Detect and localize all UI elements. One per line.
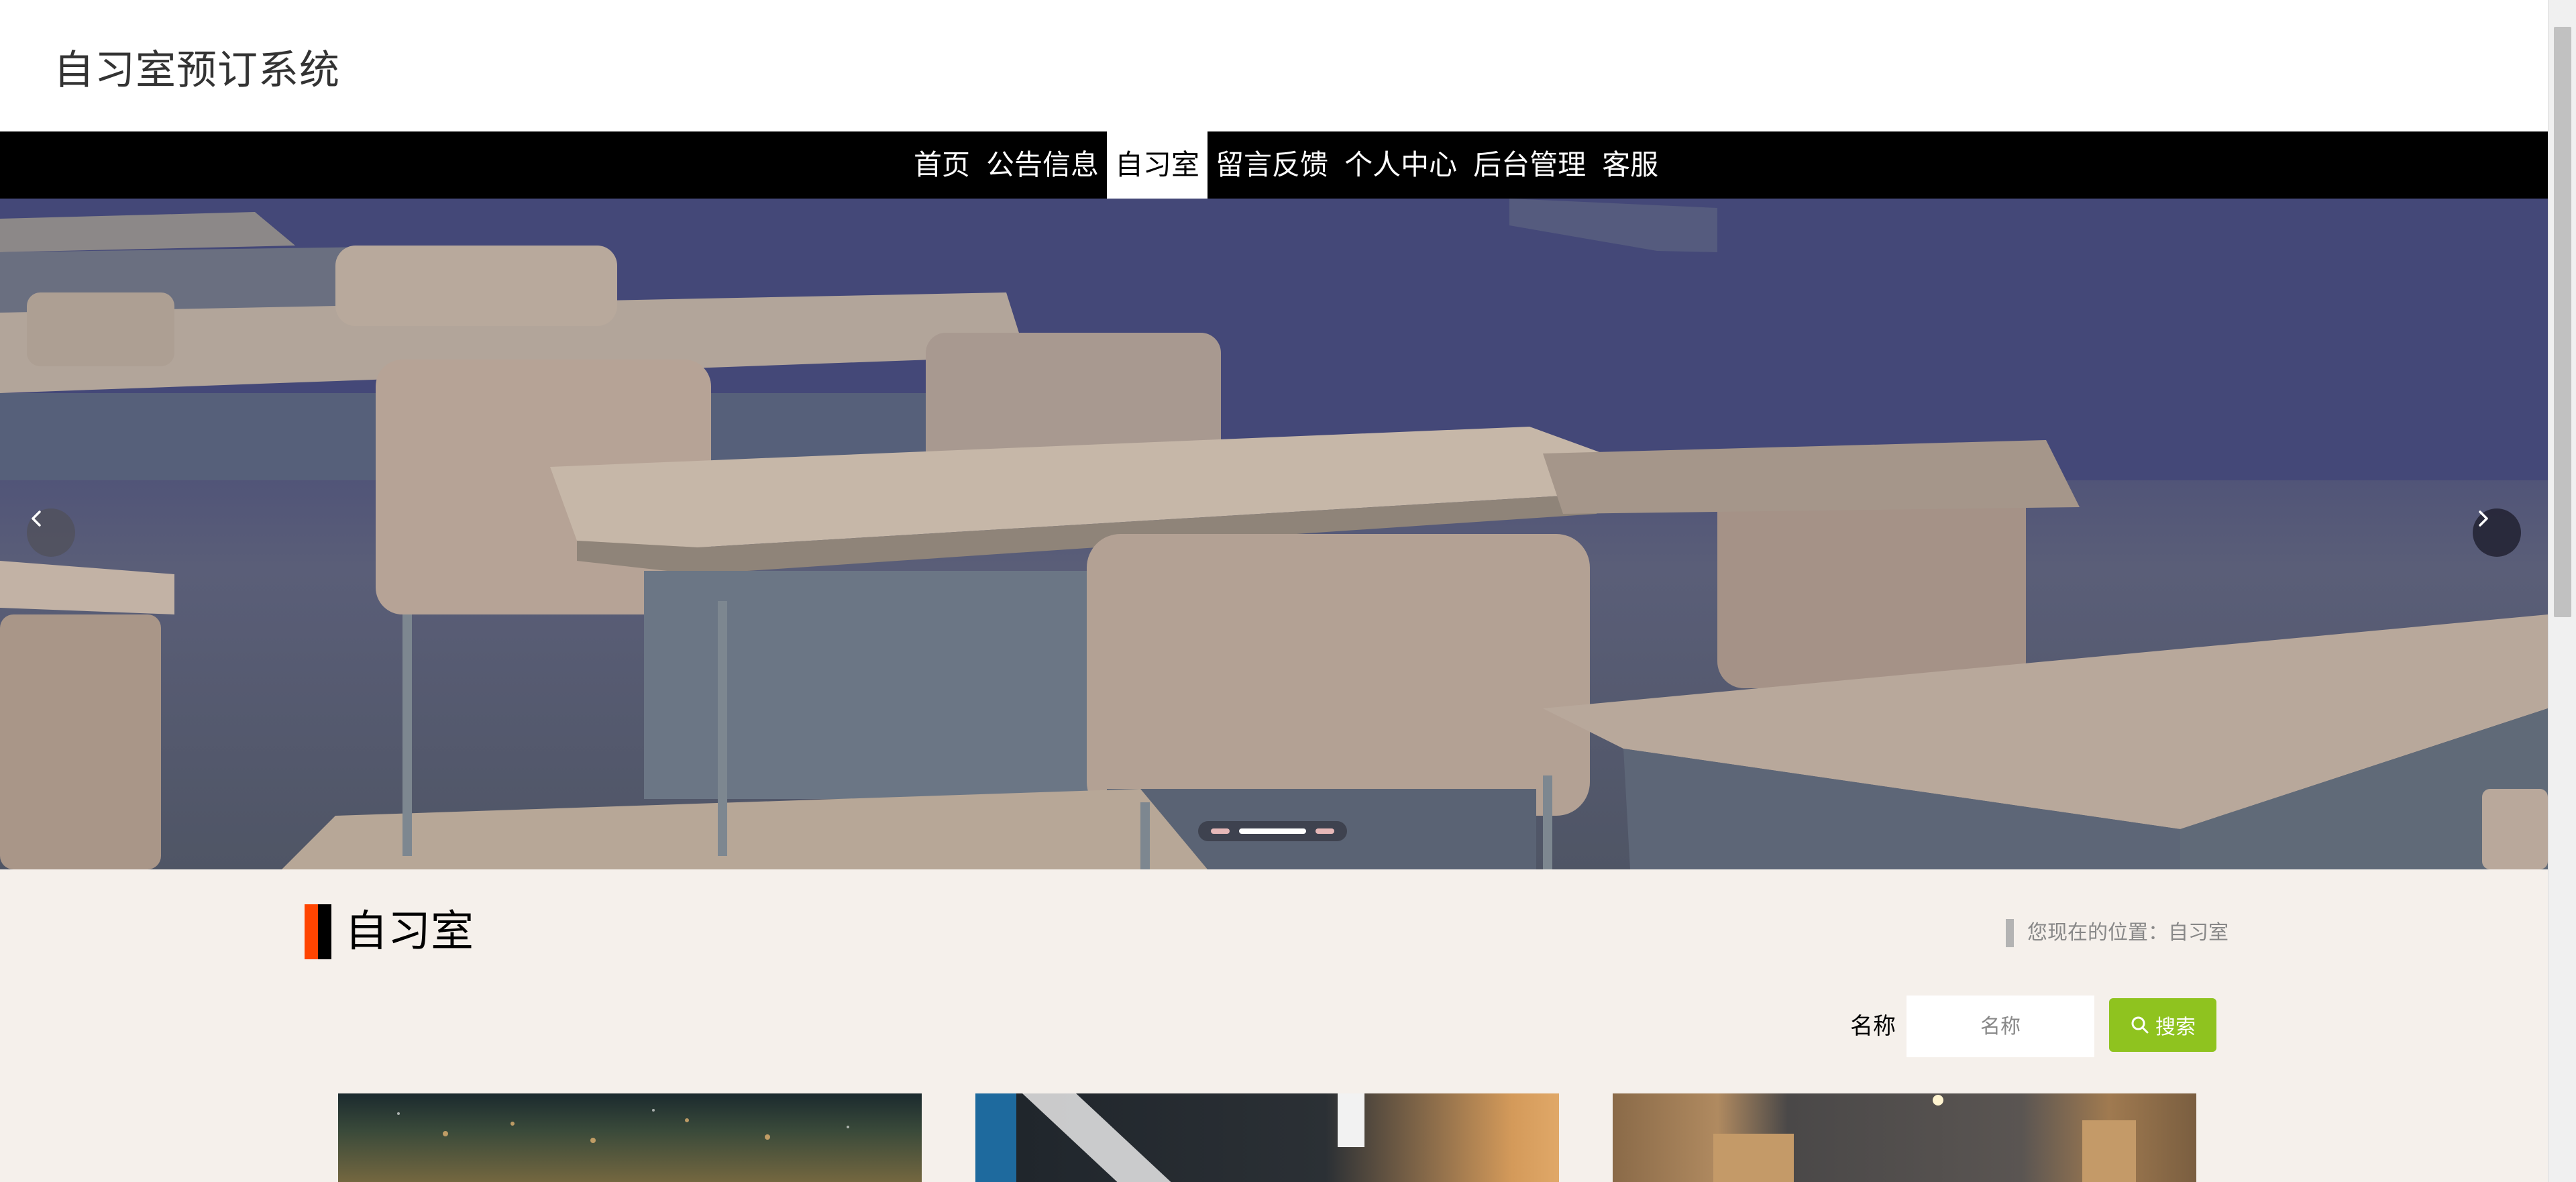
nav-item-admin[interactable]: 后台管理 [1465, 131, 1594, 199]
banner-image [0, 199, 2548, 869]
breadcrumb-marker [2006, 919, 2014, 947]
search-name-label: 名称 [1850, 1013, 1896, 1040]
scrollbar-thumb[interactable] [2554, 27, 2571, 617]
nav-item-feedback[interactable]: 留言反馈 [1208, 131, 1336, 199]
room-photo-2 [1022, 1093, 1364, 1182]
search-icon [2131, 1016, 2149, 1034]
search-button[interactable]: 搜索 [2109, 998, 2216, 1052]
main-nav: 首页 公告信息 自习室 留言反馈 个人中心 后台管理 客服 [0, 131, 2548, 199]
nav-item-study-room[interactable]: 自习室 [1107, 131, 1208, 199]
page-scrollbar[interactable] [2548, 0, 2576, 1182]
room-photo-3 [1713, 1095, 2136, 1182]
carousel-indicators [1198, 821, 1347, 841]
carousel-dot-2[interactable] [1239, 828, 1306, 834]
breadcrumb: 您现在的位置：自习室 [2027, 921, 2229, 945]
nav-item-personal-center[interactable]: 个人中心 [1336, 131, 1465, 199]
carousel-dot-1[interactable] [1211, 828, 1230, 834]
chevron-right-icon [2479, 511, 2488, 527]
search-button-label: 搜索 [2155, 1016, 2196, 1039]
carousel-dot-3[interactable] [1316, 828, 1334, 834]
nav-item-customer-service[interactable]: 客服 [1594, 131, 1666, 199]
section-title: 自习室 [345, 907, 474, 957]
chevron-left-icon [32, 511, 41, 527]
nav-item-home[interactable]: 首页 [906, 131, 978, 199]
room-card-3[interactable] [1613, 1093, 2196, 1182]
room-photo-1 [397, 1109, 849, 1143]
site-header: 自习室预订系统 [0, 0, 2548, 131]
nav-item-announcements[interactable]: 公告信息 [978, 131, 1107, 199]
carousel-prev-button[interactable] [27, 508, 75, 557]
room-card-1[interactable] [338, 1093, 922, 1182]
nav-items: 首页 公告信息 自习室 留言反馈 个人中心 后台管理 客服 [906, 131, 1666, 199]
room-card-2[interactable] [975, 1093, 1559, 1182]
section-title-marker [305, 904, 331, 959]
search-name-input[interactable] [1907, 996, 2094, 1057]
banner-carousel [0, 199, 2548, 869]
site-title: 自习室预订系统 [54, 47, 340, 94]
carousel-next-button[interactable] [2473, 508, 2521, 557]
